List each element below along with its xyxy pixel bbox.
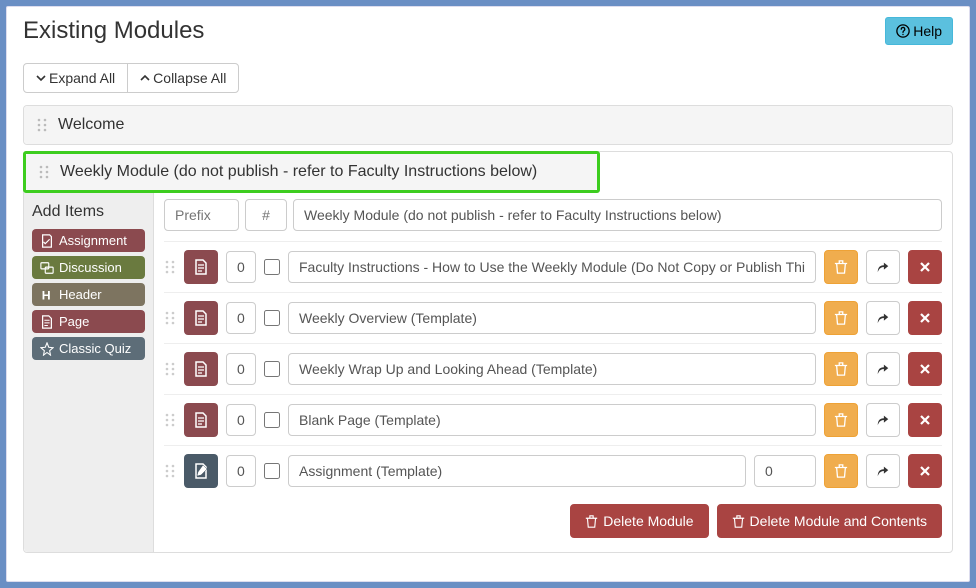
item-archive-button[interactable] <box>824 454 858 488</box>
chevron-up-icon <box>140 73 150 83</box>
page-icon <box>184 301 218 335</box>
module-item-row <box>164 394 942 445</box>
item-points-input[interactable] <box>754 455 816 487</box>
item-archive-button[interactable] <box>824 301 858 335</box>
item-title-input[interactable] <box>288 302 816 334</box>
item-delete-button[interactable] <box>908 250 942 284</box>
item-title-input[interactable] <box>288 353 816 385</box>
discussion-icon <box>40 261 54 275</box>
assignment-icon <box>184 454 218 488</box>
assignment-icon <box>40 234 54 248</box>
header-icon: H <box>40 288 54 302</box>
trash-icon <box>585 515 598 528</box>
module-title: Welcome <box>58 116 124 134</box>
item-indent-input[interactable] <box>226 353 256 385</box>
item-checkbox[interactable] <box>264 412 280 428</box>
module-item-row <box>164 445 942 496</box>
help-button[interactable]: Help <box>885 17 953 45</box>
item-title-input[interactable] <box>288 455 746 487</box>
page-icon <box>184 403 218 437</box>
item-checkbox[interactable] <box>264 259 280 275</box>
item-move-button[interactable] <box>866 352 900 386</box>
module-item-row <box>164 343 942 394</box>
collapse-all-button[interactable]: Collapse All <box>127 63 239 93</box>
module-item-row <box>164 241 942 292</box>
add-discussion-button[interactable]: Discussion <box>32 256 145 279</box>
item-move-button[interactable] <box>866 403 900 437</box>
grip-icon[interactable] <box>36 118 48 132</box>
item-move-button[interactable] <box>866 250 900 284</box>
grip-icon[interactable] <box>38 165 50 179</box>
trash-icon <box>732 515 745 528</box>
item-indent-input[interactable] <box>226 404 256 436</box>
grip-icon[interactable] <box>164 362 176 376</box>
item-move-button[interactable] <box>866 454 900 488</box>
question-circle-icon <box>896 24 910 38</box>
item-delete-button[interactable] <box>908 352 942 386</box>
item-title-input[interactable] <box>288 404 816 436</box>
item-indent-input[interactable] <box>226 455 256 487</box>
module-content: Delete Module Delete Module and Contents <box>154 193 952 552</box>
delete-module-button[interactable]: Delete Module <box>570 504 708 538</box>
grip-icon[interactable] <box>164 260 176 274</box>
module-body: Add Items Assignment Discussion H Header… <box>24 193 952 552</box>
page-header: Existing Modules Help <box>23 17 953 45</box>
item-archive-button[interactable] <box>824 352 858 386</box>
page-icon <box>40 315 54 329</box>
add-items-sidebar: Add Items Assignment Discussion H Header… <box>24 193 154 552</box>
module-title-input[interactable] <box>293 199 942 231</box>
module-title: Weekly Module (do not publish - refer to… <box>60 163 537 181</box>
item-checkbox[interactable] <box>264 310 280 326</box>
quiz-icon <box>40 342 54 356</box>
module-item-row <box>164 292 942 343</box>
module-footer-buttons: Delete Module Delete Module and Contents <box>164 496 942 540</box>
item-checkbox[interactable] <box>264 361 280 377</box>
module-header[interactable]: Weekly Module (do not publish - refer to… <box>26 154 597 190</box>
add-page-button[interactable]: Page <box>32 310 145 333</box>
svg-text:H: H <box>42 288 51 302</box>
item-title-input[interactable] <box>288 251 816 283</box>
module-welcome: Welcome <box>23 105 953 145</box>
page-title: Existing Modules <box>23 17 204 45</box>
item-archive-button[interactable] <box>824 250 858 284</box>
add-assignment-button[interactable]: Assignment <box>32 229 145 252</box>
add-classic-quiz-button[interactable]: Classic Quiz <box>32 337 145 360</box>
item-delete-button[interactable] <box>908 454 942 488</box>
page-icon <box>184 250 218 284</box>
item-indent-input[interactable] <box>226 251 256 283</box>
sidebar-title: Add Items <box>32 203 145 221</box>
expand-all-button[interactable]: Expand All <box>23 63 128 93</box>
highlight-annotation: Weekly Module (do not publish - refer to… <box>23 151 600 193</box>
grip-icon[interactable] <box>164 311 176 325</box>
module-header[interactable]: Welcome <box>24 106 952 144</box>
module-number-input[interactable] <box>245 199 287 231</box>
add-header-button[interactable]: H Header <box>32 283 145 306</box>
chevron-down-icon <box>36 73 46 83</box>
page-icon <box>184 352 218 386</box>
delete-module-contents-button[interactable]: Delete Module and Contents <box>717 504 942 538</box>
item-indent-input[interactable] <box>226 302 256 334</box>
grip-icon[interactable] <box>164 464 176 478</box>
module-prefix-input[interactable] <box>164 199 239 231</box>
app-frame: Existing Modules Help Expand All Collaps… <box>6 6 970 582</box>
expand-collapse-group: Expand All Collapse All <box>23 63 239 93</box>
item-archive-button[interactable] <box>824 403 858 437</box>
grip-icon[interactable] <box>164 413 176 427</box>
item-checkbox[interactable] <box>264 463 280 479</box>
item-move-button[interactable] <box>866 301 900 335</box>
help-label: Help <box>913 23 942 39</box>
module-weekly: Weekly Module (do not publish - refer to… <box>23 151 953 553</box>
item-delete-button[interactable] <box>908 301 942 335</box>
item-delete-button[interactable] <box>908 403 942 437</box>
module-name-row <box>164 199 942 231</box>
